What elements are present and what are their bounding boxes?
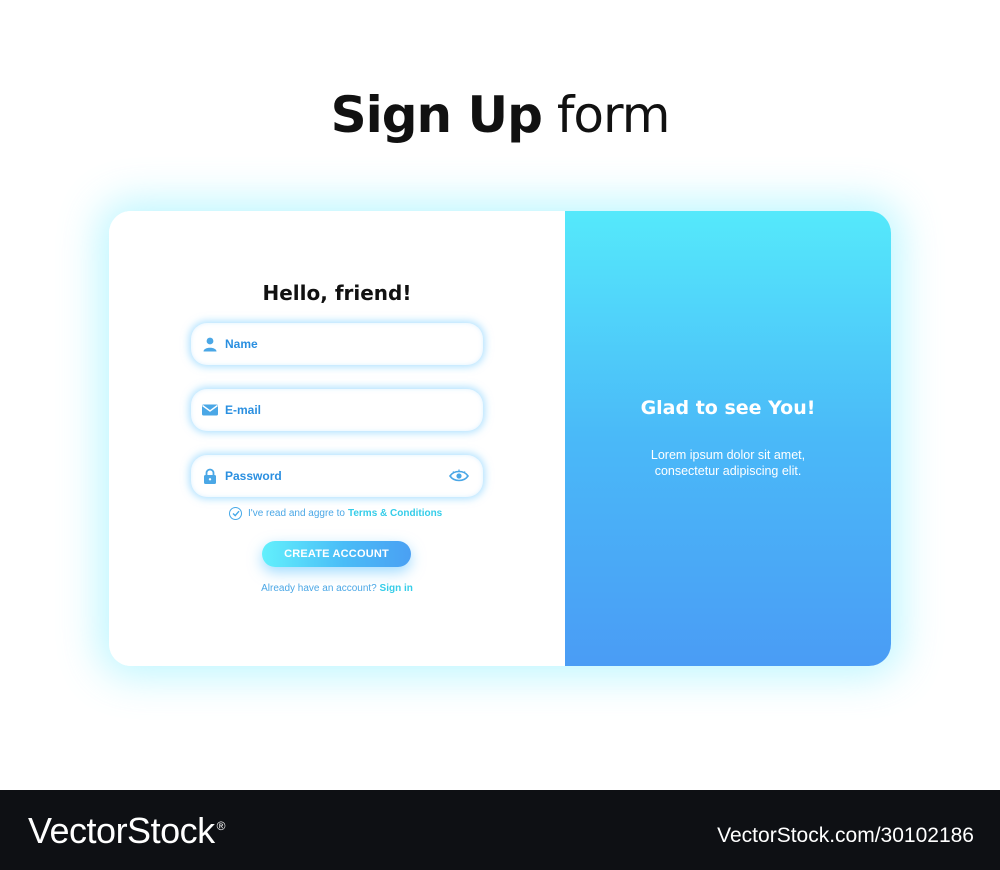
footer-brand-logo: VectorStock ® — [28, 810, 225, 852]
name-input[interactable] — [225, 337, 483, 351]
checkmark-icon — [232, 510, 240, 517]
welcome-panel: Glad to see You! Lorem ipsum dolor sit a… — [565, 211, 891, 666]
form-heading: Hello, friend! — [262, 281, 412, 305]
signin-link[interactable]: Sign in — [380, 583, 413, 594]
page-title: Sign Up form — [0, 86, 1000, 144]
welcome-text: Lorem ipsum dolor sit amet, consectetur … — [605, 447, 851, 479]
password-input[interactable] — [225, 469, 449, 483]
welcome-text-line-1: Lorem ipsum dolor sit amet, — [650, 448, 806, 462]
welcome-text-line-2: consectetur adipiscing elit. — [654, 464, 802, 478]
password-field[interactable] — [191, 455, 483, 497]
terms-link[interactable]: Terms & Conditions — [348, 508, 442, 519]
registered-mark: ® — [216, 819, 226, 833]
eye-icon[interactable] — [449, 469, 469, 483]
user-icon — [201, 335, 219, 353]
signin-text: Already have an account? — [261, 583, 377, 594]
email-input[interactable] — [225, 403, 483, 417]
terms-row: I've read and aggre to Terms & Condition… — [229, 505, 442, 521]
terms-text: I've read and aggre to — [248, 507, 345, 519]
page-title-bold: Sign Up — [330, 86, 543, 144]
page-title-light: form — [556, 86, 671, 144]
footer-url: VectorStock.com/30102186 — [717, 824, 974, 847]
email-field[interactable] — [191, 389, 483, 431]
signin-row: Already have an account? Sign in — [109, 583, 565, 594]
terms-checkbox[interactable] — [229, 506, 242, 520]
envelope-icon — [201, 401, 219, 419]
signup-card: Hello, friend! Name E-mail I've read and… — [109, 211, 891, 666]
footer-brand: VectorStock — [28, 810, 215, 851]
lock-icon — [201, 467, 219, 485]
welcome-heading: Glad to see You! — [640, 397, 816, 419]
create-account-button[interactable]: CREATE ACCOUNT — [262, 541, 411, 567]
name-field[interactable] — [191, 323, 483, 365]
signup-form-panel: Hello, friend! Name E-mail I've read and… — [109, 211, 565, 666]
